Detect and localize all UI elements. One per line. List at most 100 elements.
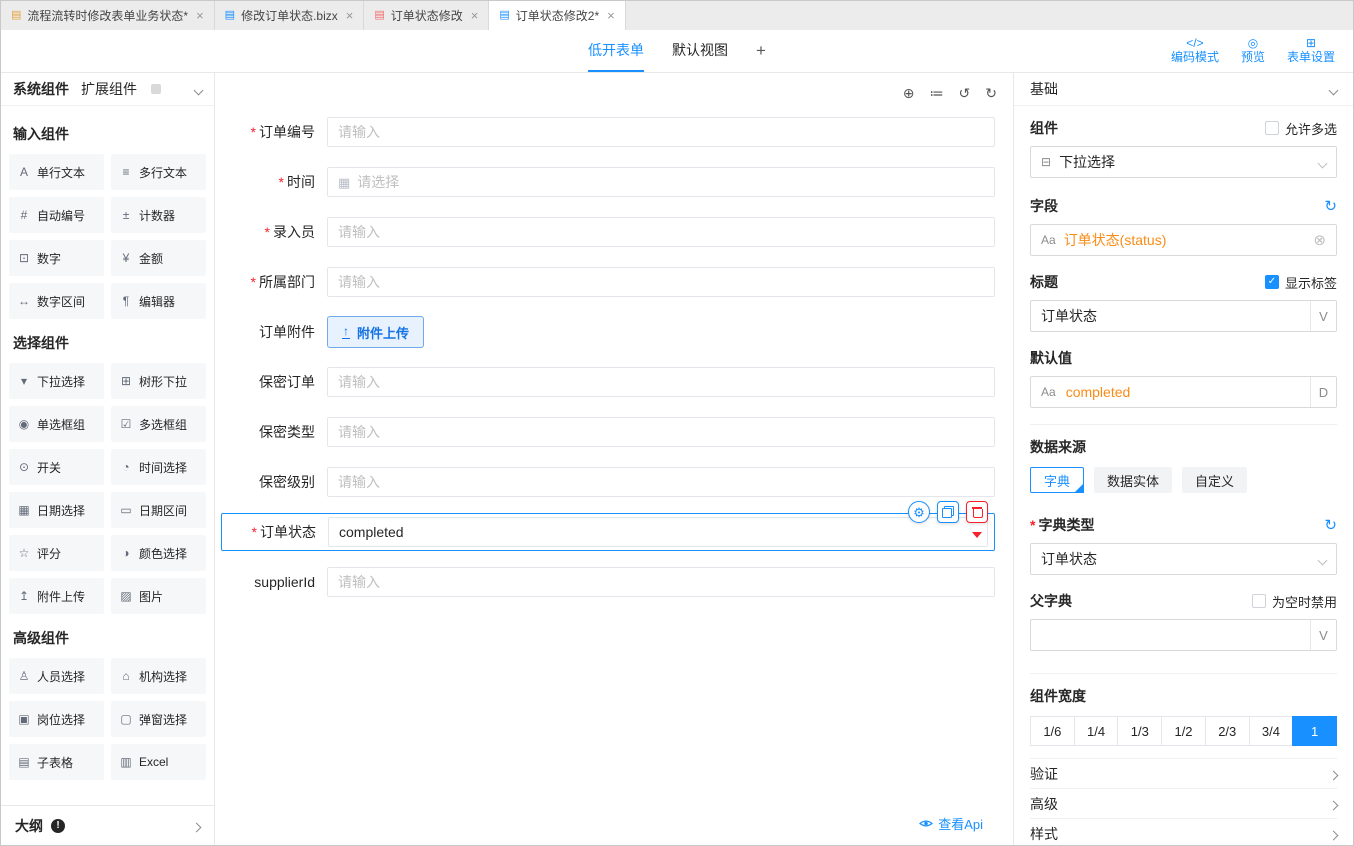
title-input[interactable] — [1031, 301, 1310, 331]
field-settings-button[interactable]: ⚙ — [908, 501, 930, 523]
section-validation[interactable]: 验证 — [1030, 758, 1337, 788]
palette-item-editor[interactable]: ¶编辑器 — [111, 283, 206, 319]
parent-dict-input[interactable] — [1031, 620, 1310, 650]
field-delete-button[interactable] — [966, 501, 988, 523]
code-mode-button[interactable]: </> 编码模式 — [1171, 37, 1219, 64]
redo-icon[interactable]: ↻ — [985, 86, 997, 100]
palette-item-sub-table[interactable]: ▤子表格 — [9, 744, 104, 780]
props-collapse-button[interactable] — [1330, 81, 1337, 97]
datasource-custom-button[interactable]: 自定义 — [1182, 467, 1247, 493]
text-input[interactable] — [338, 574, 984, 590]
tab-default-view[interactable]: 默认视图 — [672, 30, 728, 72]
palette-item-multi-line-text[interactable]: ≡多行文本 — [111, 154, 206, 190]
palette-item-tree-select[interactable]: ⊞树形下拉 — [111, 363, 206, 399]
dict-type-select[interactable]: 订单状态 — [1030, 543, 1337, 575]
palette-item-popup-select[interactable]: ▢弹窗选择 — [111, 701, 206, 737]
section-advanced[interactable]: 高级 — [1030, 788, 1337, 818]
allow-multiple-checkbox[interactable] — [1265, 121, 1279, 135]
show-label-checkbox[interactable]: ✓ — [1265, 275, 1279, 289]
view-api-link[interactable]: 查看Api — [938, 814, 983, 833]
form-field-secret-level[interactable]: 保密级别 — [221, 457, 995, 507]
palette-item-user-select[interactable]: ♙人员选择 — [9, 658, 104, 694]
text-input[interactable] — [338, 374, 984, 390]
datasource-entity-button[interactable]: 数据实体 — [1094, 467, 1172, 493]
width-option-2-3[interactable]: 2/3 — [1205, 716, 1250, 746]
text-input[interactable] — [338, 124, 984, 140]
tab-system-components[interactable]: 系统组件 — [13, 79, 69, 99]
order-status-input[interactable] — [339, 524, 977, 540]
palette-collapse-button[interactable] — [195, 81, 202, 97]
palette-item-auto-number[interactable]: #自动编号 — [9, 197, 104, 233]
form-field-time[interactable]: 时间 ▦ — [221, 157, 995, 207]
outline-bar[interactable]: 大纲 ! — [1, 805, 214, 845]
palette-item-date-picker[interactable]: ▦日期选择 — [9, 492, 104, 528]
tab-lowcode-form[interactable]: 低开表单 — [588, 30, 644, 72]
section-style[interactable]: 样式 — [1030, 818, 1337, 845]
refresh-icon[interactable]: ↻ — [1324, 518, 1337, 533]
text-input[interactable] — [338, 474, 984, 490]
form-field-secret-type[interactable]: 保密类型 — [221, 407, 995, 457]
width-option-1-6[interactable]: 1/6 — [1030, 716, 1075, 746]
close-icon[interactable]: × — [346, 9, 354, 22]
palette-item-time-picker[interactable]: ◔时间选择 — [111, 449, 206, 485]
file-upload-button[interactable]: ↑ 附件上传 — [327, 316, 424, 348]
variable-button[interactable]: V — [1310, 620, 1336, 650]
palette-item-counter[interactable]: ±计数器 — [111, 197, 206, 233]
form-field-supplier-id[interactable]: supplierId — [221, 557, 995, 607]
outline-icon[interactable]: ≔ — [930, 86, 944, 100]
form-field-recorder[interactable]: 录入员 — [221, 207, 995, 257]
text-input[interactable] — [338, 224, 984, 240]
palette-item-date-range[interactable]: ▭日期区间 — [111, 492, 206, 528]
form-field-attachment[interactable]: 订单附件 ↑ 附件上传 — [221, 307, 995, 357]
refresh-icon[interactable]: ↻ — [1324, 199, 1337, 214]
palette-item-excel[interactable]: ▥Excel — [111, 744, 206, 780]
close-icon[interactable]: × — [196, 9, 204, 22]
palette-item-position-select[interactable]: ▣岗位选择 — [9, 701, 104, 737]
palette-item-amount[interactable]: ¥金额 — [111, 240, 206, 276]
clear-icon[interactable]: ⊗ — [1313, 233, 1326, 248]
variable-button[interactable]: V — [1310, 301, 1336, 331]
date-input[interactable] — [357, 174, 984, 190]
doc-tab-2[interactable]: ▤ 修改订单状态.bizx × — [215, 1, 365, 30]
field-binding-box[interactable]: Aa 订单状态(status) ⊗ — [1030, 224, 1337, 256]
form-settings-button[interactable]: ⊞ 表单设置 — [1287, 37, 1335, 64]
dynamic-value-button[interactable]: D — [1310, 377, 1336, 407]
form-field-department[interactable]: 所属部门 — [221, 257, 995, 307]
preview-button[interactable]: ◎ 预览 — [1241, 37, 1265, 64]
palette-item-file-upload[interactable]: ↥附件上传 — [9, 578, 104, 614]
component-type-select[interactable]: ⊟ 下拉选择 — [1030, 146, 1337, 178]
close-icon[interactable]: × — [607, 9, 615, 22]
text-input[interactable] — [338, 274, 984, 290]
undo-icon[interactable]: ↺ — [959, 86, 971, 100]
form-field-secret-order[interactable]: 保密订单 — [221, 357, 995, 407]
panel-grip-icon[interactable] — [151, 84, 161, 94]
palette-item-image[interactable]: ▨图片 — [111, 578, 206, 614]
palette-item-number-range[interactable]: ↔数字区间 — [9, 283, 104, 319]
outline-expand-button[interactable] — [193, 818, 200, 834]
add-view-button[interactable]: + — [756, 41, 766, 61]
tab-extension-components[interactable]: 扩展组件 — [81, 79, 137, 99]
text-input[interactable] — [338, 424, 984, 440]
width-option-full-selected[interactable]: 1 — [1292, 716, 1337, 746]
palette-item-color-picker[interactable]: ◑颜色选择 — [111, 535, 206, 571]
field-copy-button[interactable] — [937, 501, 959, 523]
width-option-1-3[interactable]: 1/3 — [1117, 716, 1162, 746]
width-option-1-4[interactable]: 1/4 — [1074, 716, 1119, 746]
palette-item-org-select[interactable]: ⌂机构选择 — [111, 658, 206, 694]
doc-tab-3[interactable]: ▤ 订单状态修改 × — [364, 1, 489, 30]
doc-tab-1[interactable]: ▤ 流程流转时修改表单业务状态* × — [1, 1, 215, 30]
doc-tab-4-active[interactable]: ▤ 订单状态修改2* × — [489, 1, 625, 30]
width-option-3-4[interactable]: 3/4 — [1249, 716, 1294, 746]
palette-item-checkbox-group[interactable]: ☑多选框组 — [111, 406, 206, 442]
datasource-dict-button[interactable]: 字典 — [1030, 467, 1084, 493]
palette-item-rating[interactable]: ☆评分 — [9, 535, 104, 571]
form-field-order-status-selected[interactable]: 订单状态 ⚙ — [221, 513, 995, 551]
palette-item-switch[interactable]: ⊙开关 — [9, 449, 104, 485]
palette-item-single-line-text[interactable]: A单行文本 — [9, 154, 104, 190]
close-icon[interactable]: × — [471, 9, 479, 22]
props-header[interactable]: 基础 — [1014, 73, 1353, 106]
width-option-1-2[interactable]: 1/2 — [1161, 716, 1206, 746]
palette-item-number[interactable]: ⊡数字 — [9, 240, 104, 276]
disable-when-empty-checkbox[interactable] — [1252, 594, 1266, 608]
palette-item-dropdown-select[interactable]: ▾下拉选择 — [9, 363, 104, 399]
